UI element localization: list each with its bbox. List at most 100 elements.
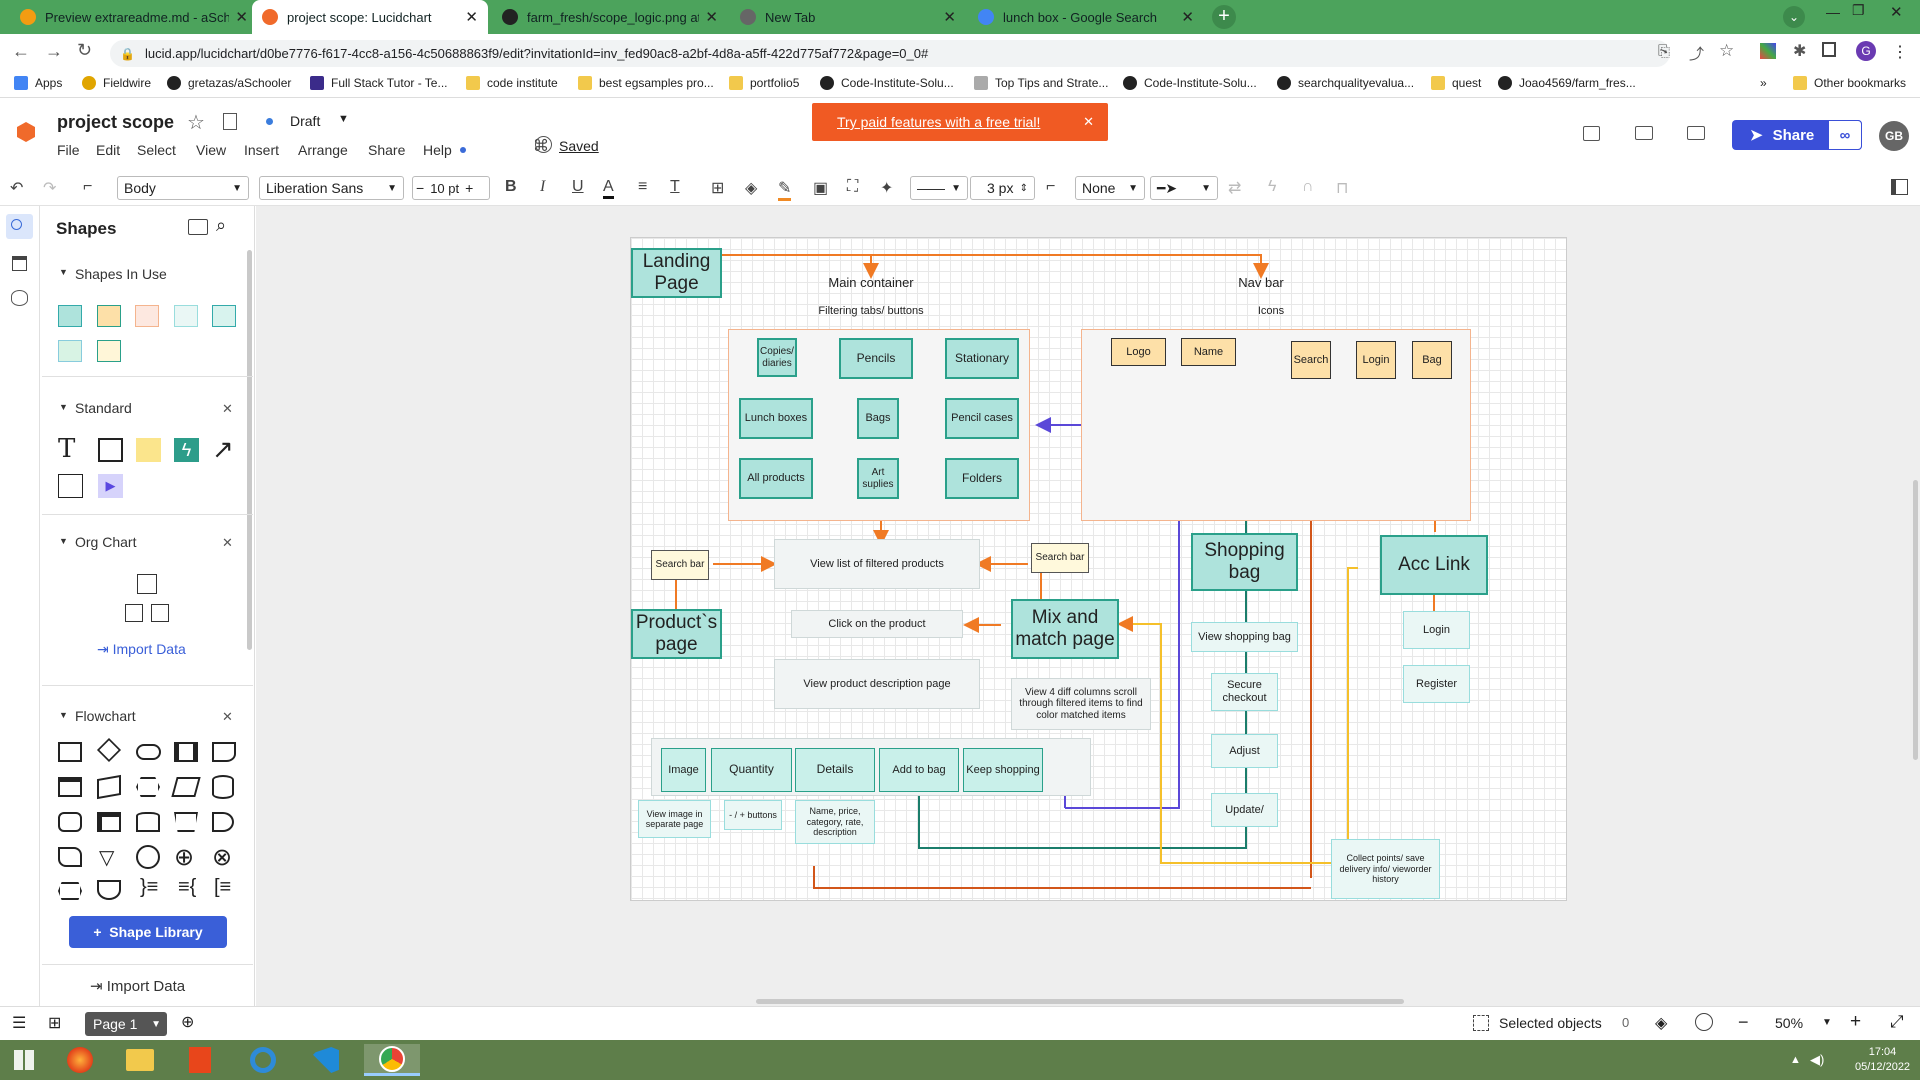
- decrease-icon[interactable]: −: [416, 180, 424, 196]
- firefox-icon[interactable]: [62, 1044, 98, 1076]
- delay-shape-icon[interactable]: [212, 812, 234, 832]
- filter-art-supplies[interactable]: Art suplies: [857, 458, 899, 499]
- swatch-shape[interactable]: [135, 305, 159, 327]
- reload-icon[interactable]: ↻: [77, 40, 92, 61]
- layers-icon[interactable]: ◈: [1655, 1013, 1667, 1033]
- bookmark-item[interactable]: gretazas/aSchooler: [167, 76, 291, 90]
- text-shape-icon[interactable]: T: [58, 434, 75, 464]
- address-bar[interactable]: 🔒 lucid.app/lucidchart/d0be7776-f617-4cc…: [110, 40, 1670, 67]
- grid-view-icon[interactable]: ⊞: [48, 1013, 61, 1033]
- swap-icon[interactable]: ⇄: [1228, 178, 1241, 198]
- image-icon[interactable]: [188, 219, 208, 235]
- filter-bags[interactable]: Bags: [857, 398, 899, 439]
- trial-banner[interactable]: Try paid features with a free trial! ✕: [812, 103, 1108, 141]
- forward-arrow-icon[interactable]: →: [45, 41, 63, 62]
- plus-minus-shape[interactable]: - / + buttons: [724, 800, 782, 830]
- acc-link-shape[interactable]: Acc Link: [1380, 535, 1488, 595]
- bookmark-item[interactable]: portfolio5: [729, 76, 799, 90]
- table-icon[interactable]: ⊞: [711, 178, 724, 198]
- view-bag-shape[interactable]: View shopping bag: [1191, 622, 1298, 652]
- detail-keep-shopping-shape[interactable]: Keep shopping: [963, 748, 1043, 792]
- menu-file[interactable]: File: [57, 142, 80, 158]
- display-shape-icon[interactable]: [58, 847, 82, 867]
- collapse-arrow-icon[interactable]: ▼: [59, 402, 68, 412]
- view-columns-shape[interactable]: View 4 diff columns scroll through filte…: [1011, 678, 1151, 730]
- text-options-icon[interactable]: T̲: [670, 178, 680, 196]
- undo-icon[interactable]: ↶: [10, 178, 23, 198]
- swatch-shape[interactable]: [174, 305, 198, 327]
- bookmark-item[interactable]: best egsamples pro...: [578, 76, 714, 90]
- internal-storage-icon[interactable]: [58, 777, 82, 797]
- lock-icon[interactable]: ⊓: [1336, 178, 1348, 198]
- font-size-value[interactable]: 10 pt: [430, 181, 459, 196]
- filter-all-products[interactable]: All products: [739, 458, 813, 499]
- connector[interactable]: [721, 254, 1269, 279]
- chrome-taskbar-icon[interactable]: [364, 1044, 420, 1076]
- lucid-logo-icon[interactable]: [17, 122, 35, 142]
- menu-help[interactable]: Help: [423, 142, 452, 158]
- rectangle-shape-icon[interactable]: [98, 438, 123, 462]
- bookmark-item[interactable]: code institute: [466, 76, 558, 90]
- lock-open-icon[interactable]: ∩: [1302, 178, 1314, 196]
- filtering-label[interactable]: Filtering tabs/ buttons: [791, 303, 951, 319]
- bookmark-item[interactable]: Apps: [14, 76, 62, 90]
- mix-match-page-shape[interactable]: Mix and match page: [1011, 599, 1119, 659]
- browser-tab[interactable]: farm_fresh/scope_logic.png at m ✕: [492, 0, 728, 34]
- connector-style-icon[interactable]: ⌐: [1046, 178, 1055, 196]
- bookmark-item[interactable]: Fieldwire: [82, 76, 151, 90]
- org-chart-icon[interactable]: [137, 574, 157, 594]
- sticky-note-icon[interactable]: [136, 438, 161, 462]
- close-icon[interactable]: ✕: [235, 8, 248, 26]
- section-org-chart[interactable]: Org Chart: [75, 534, 136, 550]
- opacity-icon[interactable]: ▣: [813, 178, 828, 198]
- bookmark-item[interactable]: Full Stack Tutor - Te...: [310, 76, 447, 90]
- text-color-icon[interactable]: A: [603, 178, 614, 199]
- filter-pencil-cases[interactable]: Pencil cases: [945, 398, 1019, 439]
- bookmark-star-icon[interactable]: ☆: [1719, 41, 1734, 61]
- bookmark-item[interactable]: Joao4569/farm_fres...: [1498, 76, 1636, 90]
- manual-input-icon[interactable]: [97, 774, 121, 800]
- browser-tab-active[interactable]: project scope: Lucidchart ✕: [252, 0, 488, 34]
- section-shapes-in-use[interactable]: Shapes In Use: [75, 266, 167, 282]
- filter-pencils[interactable]: Pencils: [839, 338, 913, 379]
- kebab-menu-icon[interactable]: ⋮: [1892, 42, 1908, 62]
- menu-arrange[interactable]: Arrange: [298, 142, 348, 158]
- line-style-select[interactable]: —— ▼: [910, 176, 968, 200]
- connector[interactable]: [813, 866, 1311, 889]
- redo-icon[interactable]: ↷: [43, 178, 56, 198]
- name-price-shape[interactable]: Name, price, category, rate, description: [795, 800, 875, 844]
- bookmark-item[interactable]: Code-Institute-Solu...: [1123, 76, 1257, 90]
- line-width-stepper[interactable]: 3 px ⇕: [970, 176, 1035, 200]
- tab-search-chevron-icon[interactable]: ⌄: [1783, 6, 1805, 28]
- manual-operation-icon[interactable]: [174, 812, 198, 832]
- shopping-bag-shape[interactable]: Shopping bag: [1191, 533, 1298, 591]
- data-icon[interactable]: [11, 290, 28, 306]
- chevron-down-icon[interactable]: ▼: [338, 113, 349, 125]
- link-icon[interactable]: ∞: [1828, 120, 1862, 150]
- share-button[interactable]: ➤ Share ∞: [1732, 120, 1862, 150]
- present-icon[interactable]: [1635, 126, 1653, 140]
- menu-select[interactable]: Select: [137, 142, 176, 158]
- windows-start-icon[interactable]: [6, 1044, 42, 1076]
- menu-view[interactable]: View: [196, 142, 226, 158]
- fullscreen-icon[interactable]: ⤢: [1890, 1012, 1904, 1032]
- minimize-icon[interactable]: —: [1826, 4, 1840, 20]
- close-icon[interactable]: ✕: [1083, 114, 1094, 130]
- summing-junction-icon[interactable]: ⊕: [174, 843, 194, 872]
- nav-name-shape[interactable]: Name: [1181, 338, 1236, 366]
- document-title[interactable]: project scope: [57, 112, 174, 133]
- document-shape-icon[interactable]: [212, 742, 236, 762]
- lightning-shape-icon[interactable]: ϟ: [174, 438, 199, 462]
- accessibility-icon[interactable]: [1695, 1013, 1713, 1031]
- close-icon[interactable]: ✕: [222, 535, 233, 551]
- icons-label[interactable]: Icons: [1241, 303, 1301, 319]
- trial-link[interactable]: Try paid features with a free trial!: [837, 114, 1040, 130]
- nav-login-shape[interactable]: Login: [1356, 341, 1396, 379]
- brace-shape-icon[interactable]: }≡: [140, 876, 158, 899]
- swatch-shape[interactable]: [212, 305, 236, 327]
- preparation-icon[interactable]: [136, 777, 160, 797]
- menu-share[interactable]: Share: [368, 142, 405, 158]
- draft-status[interactable]: Draft: [290, 113, 320, 129]
- menu-insert[interactable]: Insert: [244, 142, 279, 158]
- close-icon[interactable]: ✕: [1181, 8, 1194, 26]
